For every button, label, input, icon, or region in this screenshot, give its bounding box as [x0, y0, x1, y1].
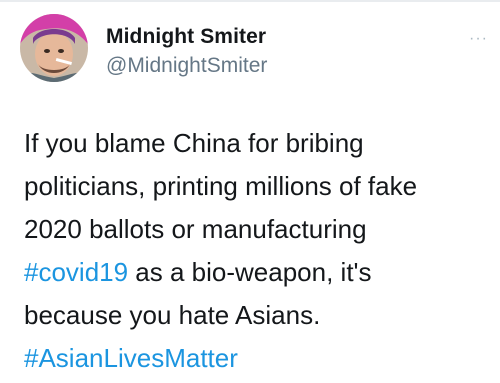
hashtag-asianlivesmatter-link[interactable]: #AsianLivesMatter [24, 337, 494, 380]
top-divider [0, 0, 500, 2]
avatar-image [20, 14, 88, 82]
tweet-text: If you blame China for bribing politicia… [24, 122, 494, 380]
display-name[interactable]: Midnight Smiter [106, 25, 266, 49]
tweet-line-5: because you hate Asians. [24, 300, 321, 330]
tweet-line-3: 2020 ballots or manufacturing [24, 214, 367, 244]
hashtag-covid19-link[interactable]: #covid19 [24, 257, 128, 287]
tweet-card: Midnight Smiter @MidnightSmiter ··· If y… [0, 0, 500, 383]
more-options-icon[interactable]: ··· [469, 31, 488, 47]
tweet-line-4-rest: as a bio-weapon, it's [128, 257, 372, 287]
avatar[interactable] [20, 14, 88, 82]
tweet-line-2: politicians, printing millions of fake [24, 171, 418, 201]
tweet-line-1: If you blame China for bribing [24, 128, 364, 158]
user-handle[interactable]: @MidnightSmiter [106, 54, 267, 78]
tweet-line-4: #covid19 as a bio-weapon, it's [24, 251, 494, 294]
